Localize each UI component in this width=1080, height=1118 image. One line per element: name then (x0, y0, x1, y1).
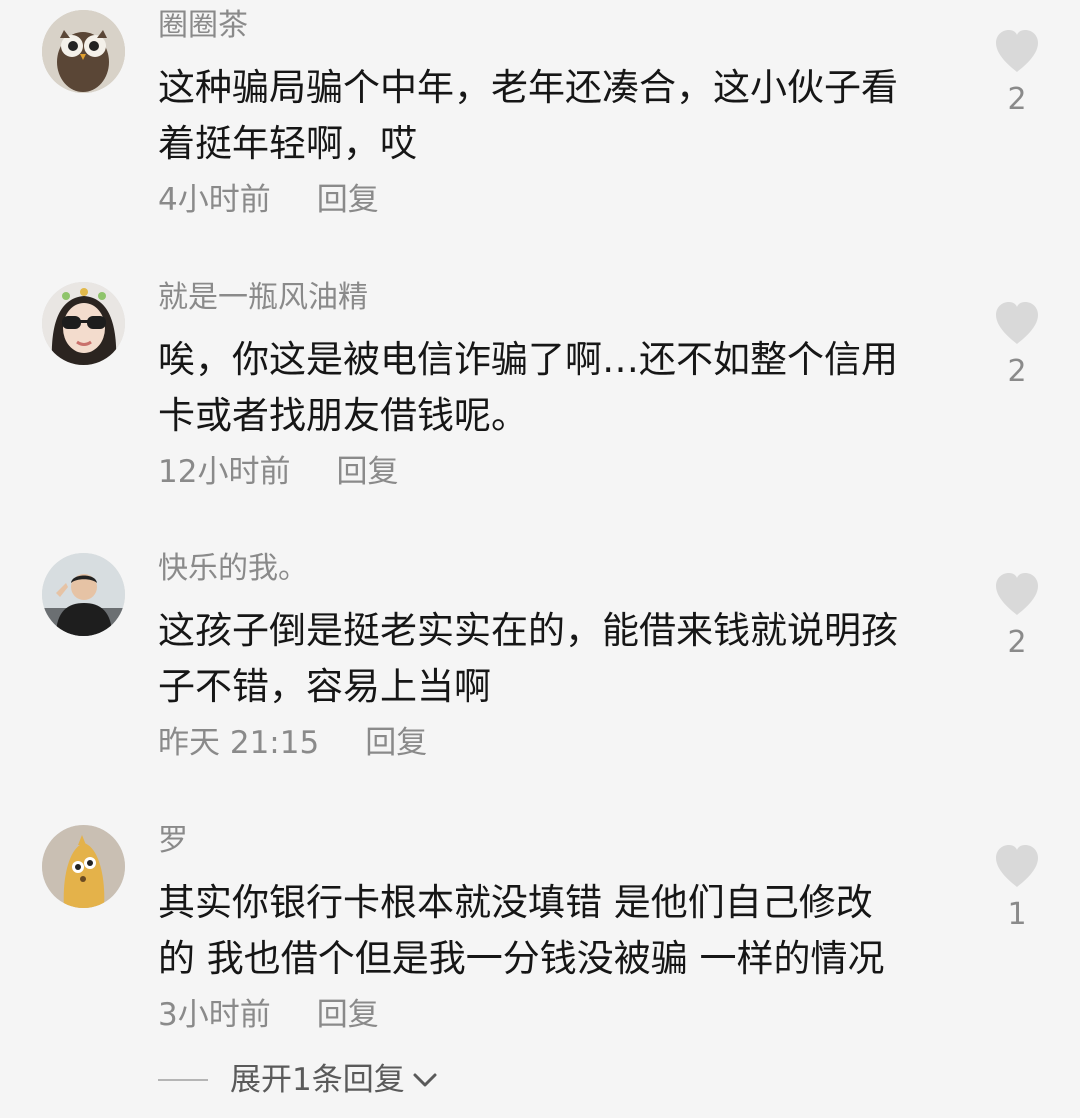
chevron-down-icon (413, 1073, 437, 1087)
expand-replies-label: 展开1条回复 (230, 1062, 405, 1098)
like-button[interactable]: 2 (990, 300, 1044, 392)
heart-icon (996, 30, 1038, 72)
comment-text: 唉，你这是被电信诈骗了啊…还不如整个信用 卡或者找朋友借钱呢。 (158, 338, 898, 437)
heart-icon (996, 573, 1038, 615)
divider-line (158, 1079, 208, 1081)
comment-time: 4小时前 (158, 182, 271, 218)
comment-username[interactable]: 就是一瓶风油精 (158, 278, 368, 318)
comment-meta: 3小时前 回复 (158, 993, 379, 1037)
comment-time: 昨天 21:15 (158, 725, 320, 761)
comment-meta: 12小时前 回复 (158, 450, 398, 494)
heart-icon (996, 302, 1038, 344)
comment-item: 圈圈茶 这种骗局骗个中年，老年还凑合，这小伙子看 着挺年轻啊，哎 4小时前 回复 … (0, 8, 1080, 240)
owl-avatar-icon[interactable] (42, 10, 125, 93)
comment-meta: 昨天 21:15 回复 (158, 721, 427, 765)
comment-time: 3小时前 (158, 997, 271, 1033)
reply-button[interactable]: 回复 (336, 454, 398, 490)
heart-icon (996, 845, 1038, 887)
woman-sunglasses-avatar-icon[interactable] (42, 282, 125, 365)
reply-button[interactable]: 回复 (317, 182, 379, 218)
comment-time: 12小时前 (158, 454, 291, 490)
reply-button[interactable]: 回复 (317, 997, 379, 1033)
like-button[interactable]: 2 (990, 571, 1044, 663)
reply-button[interactable]: 回复 (365, 725, 427, 761)
comment-item: 就是一瓶风油精 唉，你这是被电信诈骗了啊…还不如整个信用 卡或者找朋友借钱呢。 … (0, 280, 1080, 512)
comment-text: 这孩子倒是挺老实实在的，能借来钱就说明孩 子不错，容易上当啊 (158, 609, 898, 708)
like-count: 2 (1007, 354, 1027, 389)
like-count: 2 (1007, 625, 1027, 660)
cartoon-chick-avatar-icon[interactable] (42, 825, 125, 908)
comment-username[interactable]: 罗 (158, 821, 188, 861)
like-button[interactable]: 1 (990, 843, 1044, 935)
comment-item: 快乐的我。 这孩子倒是挺老实实在的，能借来钱就说明孩 子不错，容易上当啊 昨天 … (0, 551, 1080, 783)
comment-item: 罗 其实你银行卡根本就没填错 是他们自己修改 的 我也借个但是我一分钱没被骗 一… (0, 823, 1080, 1055)
expand-replies-button[interactable]: 展开1条回复 (158, 1058, 439, 1102)
comment-username[interactable]: 快乐的我。 (158, 549, 308, 589)
man-photo-avatar-icon[interactable] (42, 553, 125, 636)
comment-text: 这种骗局骗个中年，老年还凑合，这小伙子看 着挺年轻啊，哎 (158, 66, 898, 165)
like-count: 2 (1007, 82, 1027, 117)
like-button[interactable]: 2 (990, 28, 1044, 120)
like-count: 1 (1007, 897, 1027, 932)
comment-text: 其实你银行卡根本就没填错 是他们自己修改 的 我也借个但是我一分钱没被骗 一样的… (158, 881, 885, 980)
comment-meta: 4小时前 回复 (158, 178, 379, 222)
comment-username[interactable]: 圈圈茶 (158, 6, 248, 46)
